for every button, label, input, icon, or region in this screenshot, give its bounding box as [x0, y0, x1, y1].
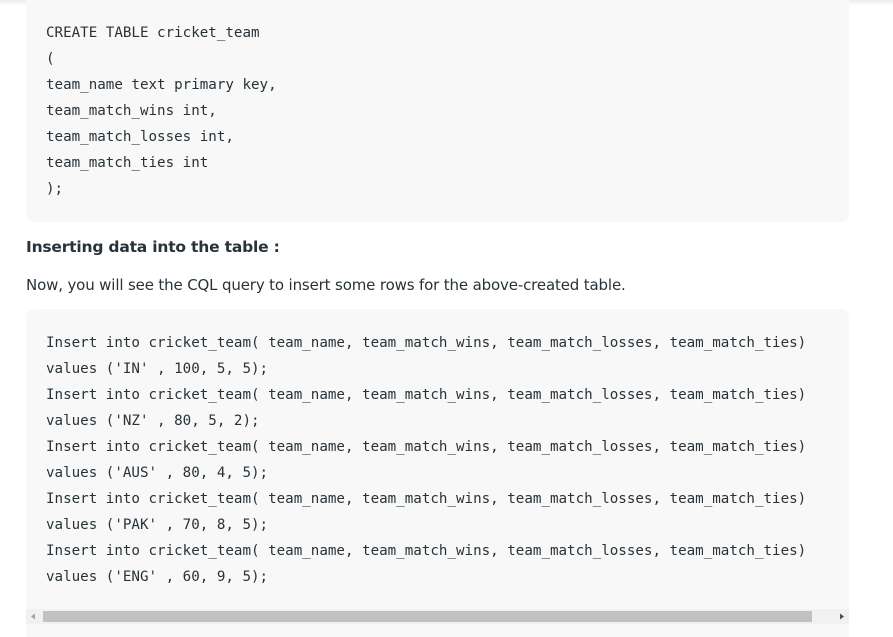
create-table-code-block[interactable]: CREATE TABLE cricket_team ( team_name te…	[26, 0, 849, 222]
insert-code-block[interactable]: Insert into cricket_team( team_name, tea…	[26, 309, 849, 637]
scroll-left-arrow-icon[interactable]	[26, 609, 41, 624]
code-line: (	[46, 51, 55, 67]
section-paragraph: Now, you will see the CQL query to inser…	[26, 276, 626, 294]
code-line: team_match_losses int,	[46, 129, 234, 145]
code-lines: Insert into cricket_team( team_name, tea…	[46, 330, 806, 590]
code-line: Insert into cricket_team( team_name, tea…	[46, 335, 807, 351]
code-line: team_match_ties int	[46, 155, 209, 171]
code-line: values ('PAK' , 70, 8, 5);	[46, 517, 269, 533]
horizontal-scrollbar[interactable]	[26, 609, 849, 624]
code-line: values ('IN' , 100, 5, 5);	[46, 361, 269, 377]
code-line: team_name text primary key,	[46, 77, 277, 93]
code-line: Insert into cricket_team( team_name, tea…	[46, 439, 807, 455]
scrollbar-thumb[interactable]	[43, 611, 812, 622]
code-line: team_match_wins int,	[46, 103, 217, 119]
code-line: values ('AUS' , 80, 4, 5);	[46, 465, 269, 481]
code-line: );	[46, 181, 64, 197]
code-line: Insert into cricket_team( team_name, tea…	[46, 387, 807, 403]
code-line: values ('NZ' , 80, 5, 2);	[46, 413, 260, 429]
code-line: Insert into cricket_team( team_name, tea…	[46, 543, 807, 559]
code-line: values ('ENG' , 60, 9, 5);	[46, 569, 269, 585]
section-heading: Inserting data into the table :	[26, 238, 280, 256]
code-line: Insert into cricket_team( team_name, tea…	[46, 491, 807, 507]
scroll-right-arrow-icon[interactable]	[834, 609, 849, 624]
code-line: CREATE TABLE cricket_team	[46, 25, 260, 41]
code-lines: CREATE TABLE cricket_team ( team_name te…	[46, 20, 277, 202]
